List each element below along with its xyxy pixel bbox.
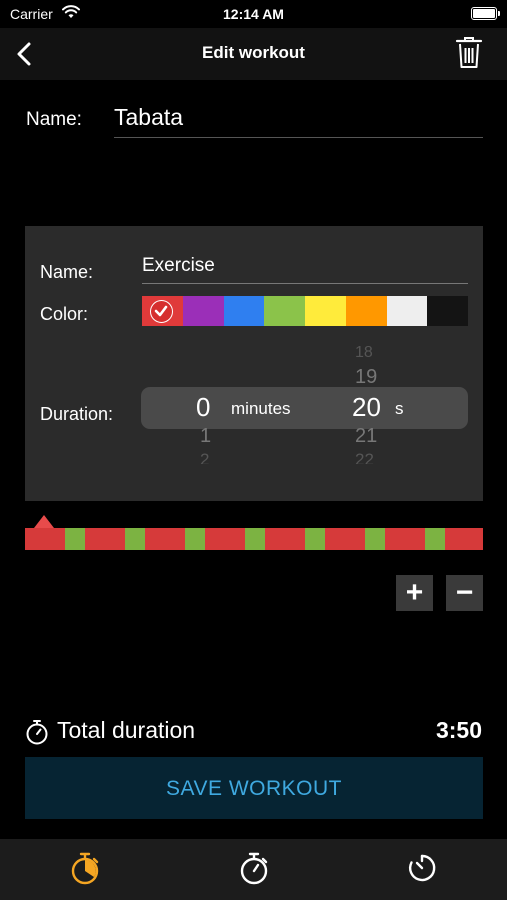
color-swatch[interactable] [142, 296, 183, 326]
rest-segment[interactable] [245, 528, 265, 550]
workout-timeline[interactable] [25, 528, 483, 550]
work-segment[interactable] [145, 528, 185, 550]
battery-icon [471, 7, 500, 20]
color-swatch[interactable] [223, 296, 265, 326]
color-swatch[interactable] [182, 296, 224, 326]
total-duration-value: 3:50 [435, 717, 482, 743]
page-title: Edit workout [202, 43, 305, 62]
stopwatch-icon[interactable] [237, 851, 271, 885]
stopwatch-icon [26, 720, 48, 745]
minutes-value[interactable]: 0 [196, 392, 210, 423]
color-swatch[interactable] [386, 296, 428, 326]
nav-bar: Edit workout [0, 28, 507, 80]
color-swatch[interactable] [345, 296, 387, 326]
tab-bar [0, 839, 507, 900]
work-segment[interactable] [265, 528, 305, 550]
work-segment[interactable] [205, 528, 245, 550]
duration-picker[interactable]: 0 minutes 20 s [141, 387, 468, 429]
work-segment[interactable] [25, 528, 65, 550]
segment-name-underline [142, 283, 468, 284]
timer-icon[interactable] [405, 851, 439, 885]
segment-name-label: Name: [40, 262, 94, 282]
picker-wheel-value: 19 [355, 366, 378, 388]
work-segment[interactable] [85, 528, 125, 550]
seconds-unit: s [395, 399, 404, 418]
selected-segment-marker [34, 515, 54, 528]
segment-name-input[interactable]: Exercise [142, 255, 215, 277]
rest-segment[interactable] [365, 528, 385, 550]
segment-color-label: Color: [40, 304, 89, 324]
color-swatch[interactable] [264, 296, 305, 326]
add-segment-button[interactable]: + [396, 575, 433, 611]
picker-wheel-value: 22 [355, 450, 374, 464]
work-segment[interactable] [325, 528, 365, 550]
picker-wheel-value: 21 [355, 425, 378, 447]
rest-segment[interactable] [425, 528, 445, 550]
picker-wheel-value: 18 [355, 344, 373, 361]
workout-name-input[interactable]: Tabata [114, 104, 183, 131]
segment-editor: Name: Exercise Color: Duration: 18 19 0 … [25, 226, 483, 501]
total-duration-label: Total duration [57, 717, 196, 743]
seconds-value[interactable]: 20 [352, 392, 381, 423]
stopwatch-icon[interactable] [68, 851, 102, 885]
work-segment[interactable] [385, 528, 425, 550]
checkmark-icon [150, 300, 173, 323]
workout-name-label: Name: [26, 109, 82, 130]
rest-segment[interactable] [125, 528, 145, 550]
color-swatch[interactable] [305, 296, 346, 326]
save-workout-button[interactable]: SAVE WORKOUT [25, 757, 483, 819]
color-picker [142, 296, 468, 326]
work-segment[interactable] [445, 528, 483, 550]
segment-duration-label: Duration: [40, 404, 114, 424]
status-bar: Carrier 12:14 AM [0, 0, 507, 28]
rest-segment[interactable] [185, 528, 205, 550]
minutes-unit: minutes [231, 399, 291, 418]
clock: 12:14 AM [223, 6, 284, 22]
picker-wheel-value: 1 [200, 425, 212, 447]
rest-segment[interactable] [305, 528, 325, 550]
save-workout-label: SAVE WORKOUT [166, 777, 342, 800]
workout-name-underline [114, 137, 483, 138]
rest-segment[interactable] [65, 528, 85, 550]
remove-segment-button[interactable]: − [446, 575, 483, 611]
trash-icon[interactable] [455, 36, 483, 70]
picker-wheel-value: 2 [200, 450, 210, 464]
color-swatch[interactable] [427, 296, 468, 326]
